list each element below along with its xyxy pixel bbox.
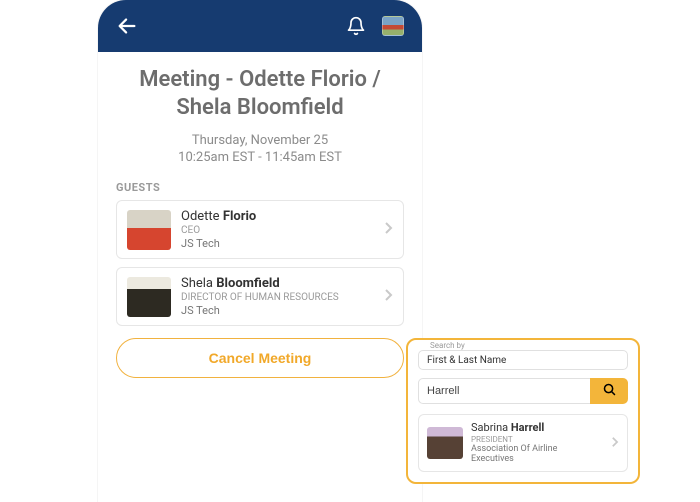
back-button[interactable]: [116, 15, 138, 37]
search-mode-dropdown[interactable]: First & Last Name: [418, 350, 628, 370]
chevron-right-icon: [383, 287, 393, 306]
guest-title: CEO: [181, 225, 373, 236]
result-info: Sabrina Harrell PRESIDENT Association Of…: [471, 421, 602, 465]
guest-company: JS Tech: [181, 304, 373, 317]
guest-name: Shela Bloomfield: [181, 276, 373, 291]
chevron-right-icon: [383, 220, 393, 239]
search-popover: Search by First & Last Name Sabrina Harr…: [406, 338, 640, 484]
app-bar: [98, 0, 422, 52]
cancel-meeting-button[interactable]: Cancel Meeting: [116, 338, 404, 378]
guest-company: JS Tech: [181, 237, 373, 250]
chevron-right-icon: [610, 433, 619, 452]
search-input[interactable]: [418, 378, 590, 404]
meeting-content: Meeting - Odette Florio / Shela Bloomfie…: [98, 52, 422, 378]
result-photo: [427, 427, 463, 459]
guest-photo: [127, 210, 171, 250]
phone-frame: Meeting - Odette Florio / Shela Bloomfie…: [98, 0, 422, 502]
guest-info: Shela Bloomfield DIRECTOR OF HUMAN RESOU…: [181, 276, 373, 317]
result-company: Association Of Airline Executives: [471, 445, 602, 465]
guest-photo: [127, 277, 171, 317]
search-row: [418, 378, 628, 404]
search-result-card[interactable]: Sabrina Harrell PRESIDENT Association Of…: [418, 414, 628, 472]
search-field-label: Search by: [426, 341, 469, 350]
guest-info: Odette Florio CEO JS Tech: [181, 209, 373, 250]
guest-card[interactable]: Odette Florio CEO JS Tech: [116, 200, 404, 259]
result-title: PRESIDENT: [471, 435, 602, 444]
meeting-time: 10:25am EST - 11:45am EST: [116, 150, 404, 165]
profile-avatar[interactable]: [382, 16, 404, 36]
notifications-icon[interactable]: [346, 16, 366, 36]
guest-name: Odette Florio: [181, 209, 373, 224]
search-button[interactable]: [590, 378, 628, 404]
search-mode-field: Search by First & Last Name: [418, 350, 628, 370]
meeting-title: Meeting - Odette Florio / Shela Bloomfie…: [116, 66, 404, 121]
guests-section-label: GUESTS: [116, 181, 404, 194]
result-name: Sabrina Harrell: [471, 421, 602, 434]
guest-card[interactable]: Shela Bloomfield DIRECTOR OF HUMAN RESOU…: [116, 267, 404, 326]
meeting-date: Thursday, November 25: [116, 133, 404, 148]
guest-title: DIRECTOR OF HUMAN RESOURCES: [181, 292, 373, 303]
search-icon: [602, 382, 617, 401]
